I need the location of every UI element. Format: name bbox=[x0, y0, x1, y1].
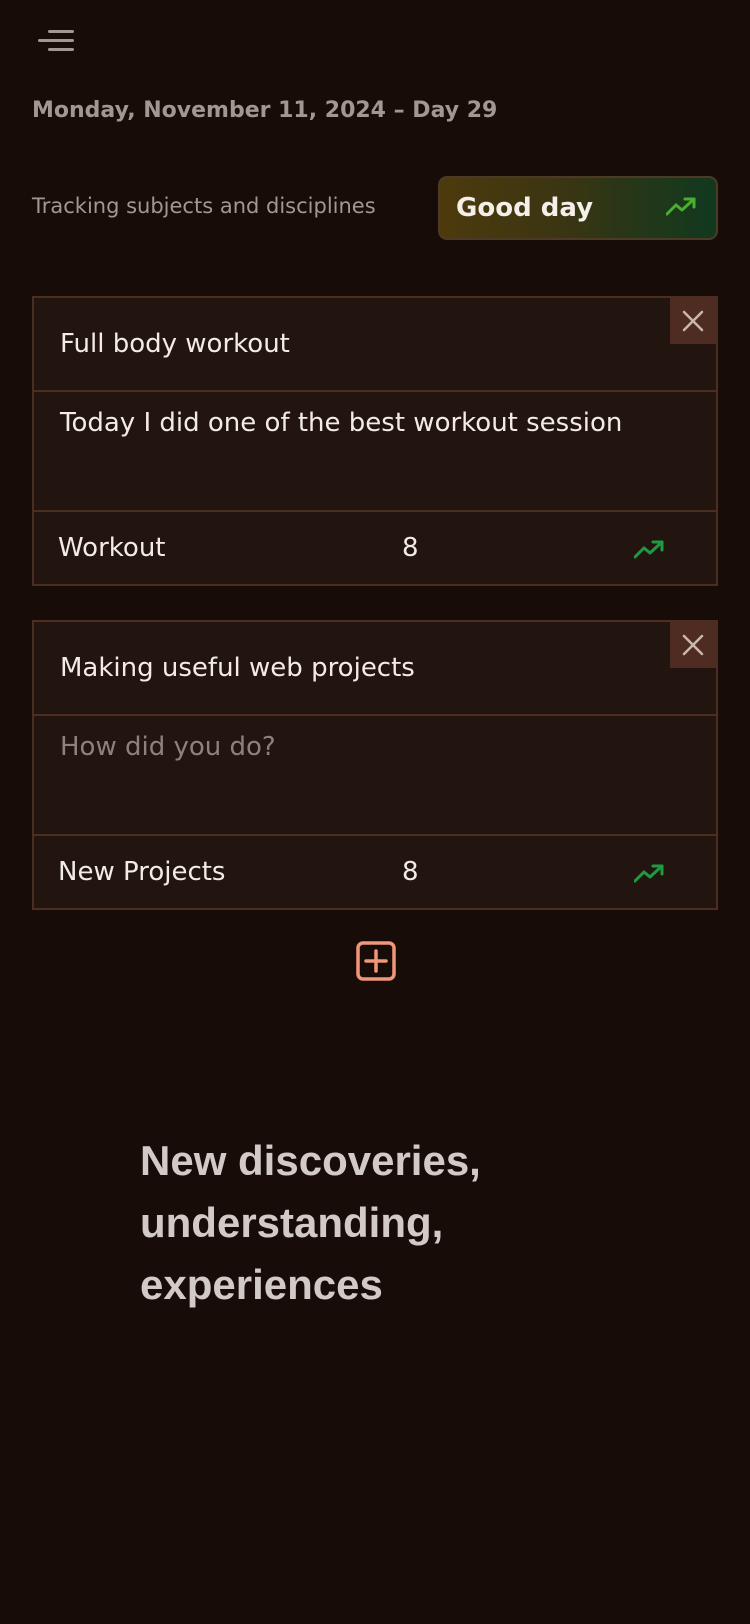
day-status-button[interactable]: Good day bbox=[438, 176, 718, 240]
day-status-label: Good day bbox=[456, 193, 594, 223]
plus-square-icon bbox=[356, 941, 396, 981]
menu-icon[interactable] bbox=[38, 26, 74, 56]
entry-score[interactable]: 8 bbox=[402, 857, 419, 887]
section-subtitle: Tracking subjects and disciplines bbox=[32, 194, 376, 218]
trending-up-icon bbox=[665, 196, 696, 220]
entry-note-field[interactable]: Today I did one of the best workout sess… bbox=[34, 392, 716, 512]
add-entry-button[interactable] bbox=[356, 941, 396, 981]
entry-note-field[interactable]: How did you do? bbox=[34, 716, 716, 836]
quote-line: understanding, bbox=[140, 1199, 444, 1246]
entry-card: Making useful web projects How did you d… bbox=[32, 620, 718, 910]
entry-subject[interactable]: New Projects bbox=[58, 857, 225, 887]
entry-title[interactable]: Making useful web projects bbox=[34, 622, 716, 716]
entry-meta: New Projects 8 bbox=[34, 836, 716, 908]
app-screen: Monday, November 11, 2024 – Day 29 Track… bbox=[0, 0, 750, 1624]
motivation-quote: New discoveries, understanding, experien… bbox=[140, 1130, 660, 1316]
quote-line: New discoveries, bbox=[140, 1137, 481, 1184]
entry-subject[interactable]: Workout bbox=[58, 533, 166, 563]
close-icon[interactable] bbox=[670, 298, 716, 344]
entry-title[interactable]: Full body workout bbox=[34, 298, 716, 392]
trending-up-icon[interactable] bbox=[633, 536, 664, 566]
close-icon[interactable] bbox=[670, 622, 716, 668]
entry-meta: Workout 8 bbox=[34, 512, 716, 584]
entry-score[interactable]: 8 bbox=[402, 533, 419, 563]
date-heading: Monday, November 11, 2024 – Day 29 bbox=[32, 98, 498, 123]
quote-line: experiences bbox=[140, 1261, 383, 1308]
entry-card: Full body workout Today I did one of the… bbox=[32, 296, 718, 586]
trending-up-icon[interactable] bbox=[633, 860, 664, 890]
